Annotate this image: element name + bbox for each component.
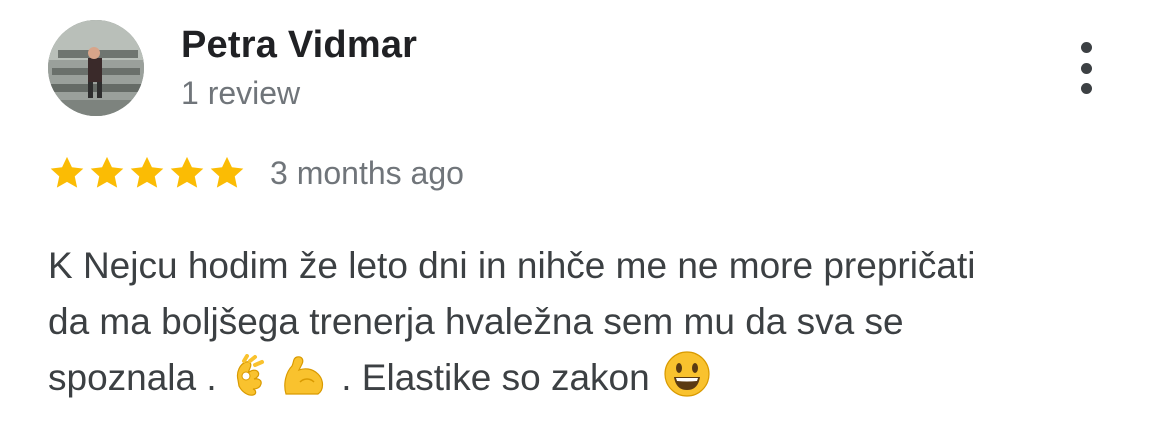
star-icon: [88, 154, 126, 192]
review-text-segment: spoznala .: [48, 357, 227, 398]
review-text: K Nejcu hodim že leto dni in nihče me ne…: [48, 238, 1138, 406]
more-vert-icon-dot: [1080, 62, 1092, 74]
avatar-photo: [48, 20, 144, 116]
review-date: 3 months ago: [270, 155, 464, 191]
author-review-count: 1 review: [181, 75, 301, 111]
ok-hand-emoji: [230, 354, 274, 398]
author-name[interactable]: Petra Vidmar: [181, 22, 417, 68]
more-vert-icon-dot: [1080, 83, 1092, 94]
star-icon: [48, 154, 86, 192]
more-options-button[interactable]: [1062, 36, 1110, 100]
more-vert-icon: [1080, 42, 1092, 53]
review-text-segment: . Elastike so zakon: [330, 357, 660, 398]
star-rating: [48, 154, 246, 192]
review-card: Petra Vidmar 1 review 3 months ago K Nej…: [0, 0, 1170, 440]
review-text-line: da ma boljšega trenerja hvaležna sem mu …: [48, 301, 904, 342]
star-icon: [128, 154, 166, 192]
flexed-biceps-emoji: [280, 354, 328, 398]
smiley-emoji: [663, 350, 711, 398]
rating-row: 3 months ago: [48, 152, 464, 194]
avatar[interactable]: [48, 20, 144, 116]
star-icon: [208, 154, 246, 192]
review-text-line: K Nejcu hodim že leto dni in nihče me ne…: [48, 245, 976, 286]
star-icon: [168, 154, 206, 192]
review-text-line: spoznala . . Elastike so zakon: [48, 350, 1138, 406]
